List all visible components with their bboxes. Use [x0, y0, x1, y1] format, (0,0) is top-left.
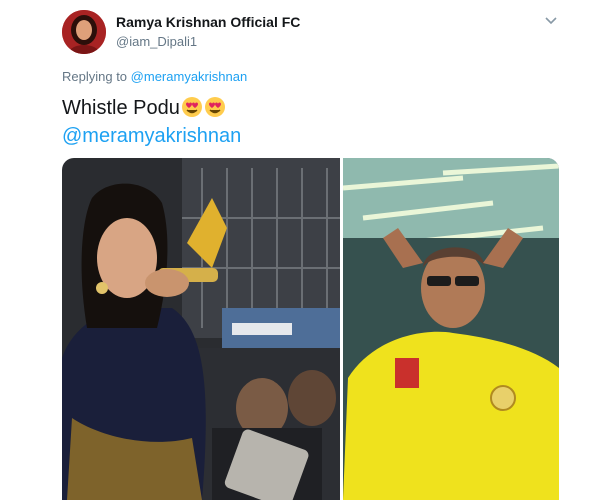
- avatar[interactable]: [62, 10, 106, 54]
- heart-eyes-emoji-icon: [204, 96, 226, 118]
- tweet-card: Ramya Krishnan Official FC @iam_Dipali1 …: [0, 0, 600, 500]
- reply-prefix: Replying to: [62, 69, 128, 84]
- tweet-media[interactable]: [62, 158, 559, 500]
- user-handle[interactable]: @iam_Dipali1: [116, 34, 197, 49]
- tweet-mention-link[interactable]: @meramyakrishnan: [62, 122, 241, 150]
- tweet-text: Whistle Podu: [62, 94, 226, 122]
- photo-cricketer-yellow-jersey[interactable]: [342, 158, 559, 500]
- chevron-down-icon[interactable]: [543, 12, 559, 28]
- reply-mention-link[interactable]: @meramyakrishnan: [131, 69, 248, 84]
- display-name[interactable]: Ramya Krishnan Official FC: [116, 14, 300, 30]
- photo-woman-blowing-whistle[interactable]: [62, 158, 340, 500]
- heart-eyes-emoji-icon: [181, 96, 203, 118]
- reply-context: Replying to @meramyakrishnan: [62, 69, 247, 84]
- tweet-body: Whistle Podu: [62, 97, 180, 119]
